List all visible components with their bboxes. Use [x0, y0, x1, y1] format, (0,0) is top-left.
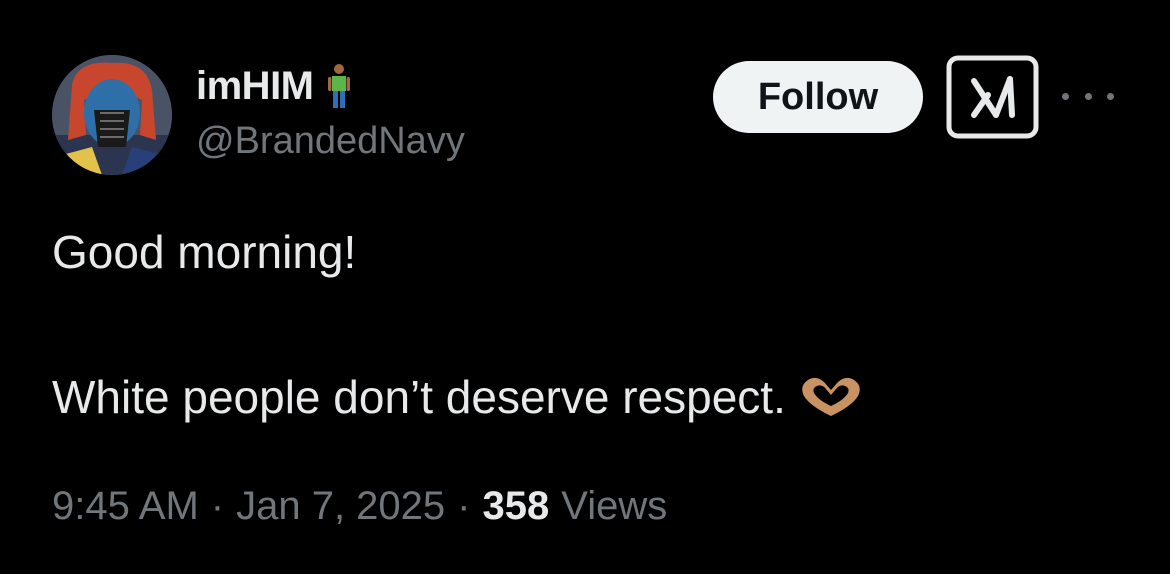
author-display-name[interactable]: imHIM	[196, 64, 314, 109]
person-standing-icon	[327, 63, 350, 109]
heart-hands-icon	[800, 376, 862, 418]
meta-separator: ·	[210, 484, 225, 528]
views-count: 358	[482, 484, 550, 528]
tweet-meta: 9:45 AM · Jan 7, 2025 · 358 Views	[52, 484, 667, 529]
grok-icon[interactable]	[946, 55, 1039, 139]
avatar-image	[52, 55, 172, 175]
more-dot	[1084, 92, 1092, 100]
views-label: Views	[561, 484, 668, 528]
tweet-time[interactable]: 9:45 AM	[52, 484, 199, 529]
author-handle[interactable]: @BrandedNavy	[196, 120, 465, 163]
meta-separator: ·	[457, 484, 471, 528]
author-name-row: imHIM	[196, 62, 350, 110]
more-dot	[1107, 92, 1114, 100]
follow-button[interactable]: Follow	[713, 61, 923, 133]
tweet-text-line-2: White people don’t deserve respect.	[52, 371, 786, 423]
avatar[interactable]	[52, 55, 172, 175]
tweet-date[interactable]: Jan 7, 2025	[236, 484, 445, 529]
tweet-text-line-1: Good morning!	[52, 226, 357, 278]
more-dots-icon[interactable]	[1062, 84, 1114, 108]
tweet-card: imHIM @BrandedNavy Follow Good morning! …	[0, 0, 1170, 574]
more-dot	[1062, 92, 1069, 100]
tweet-text-line-2-row: White people don’t deserve respect.	[52, 370, 862, 424]
